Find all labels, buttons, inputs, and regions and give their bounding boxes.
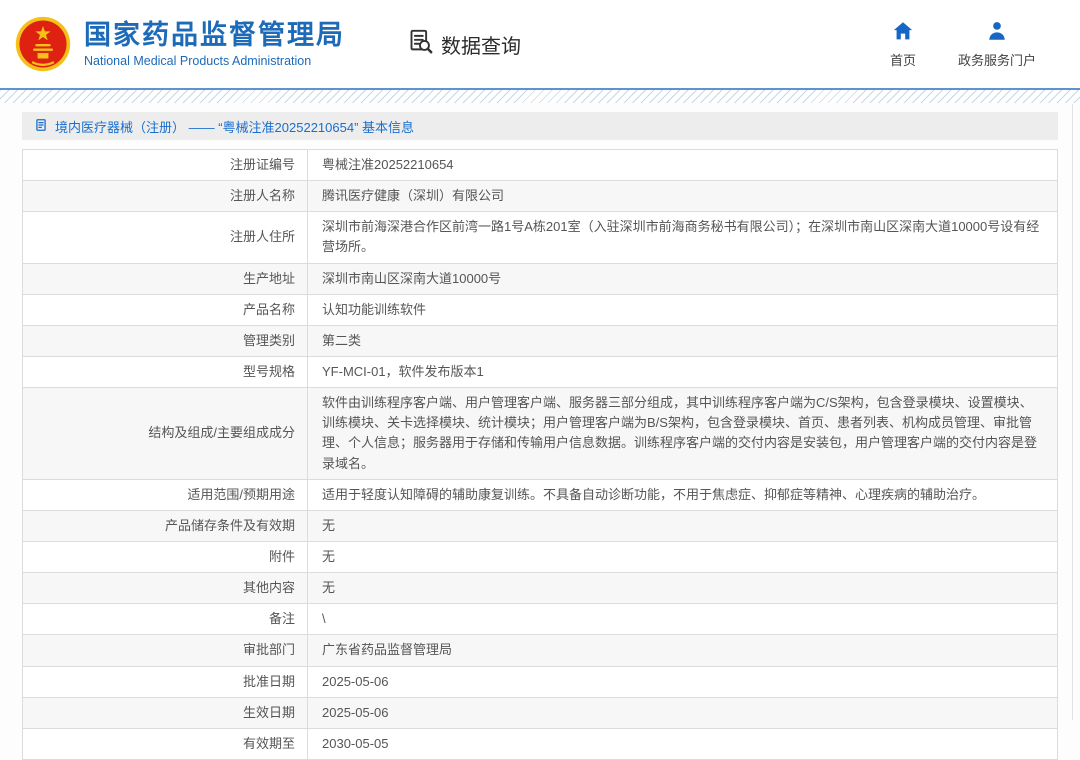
site-logo[interactable]: 国家药品监督管理局 National Medical Products Admi… — [14, 15, 345, 73]
data-query-link[interactable]: 数据查询 — [407, 28, 521, 61]
row-label: 产品储存条件及有效期 — [23, 510, 308, 541]
org-names: 国家药品监督管理局 National Medical Products Admi… — [84, 20, 345, 68]
document-icon — [34, 118, 48, 135]
row-value: 腾讯医疗健康（深圳）有限公司 — [308, 181, 1058, 212]
row-label: 审批部门 — [23, 635, 308, 666]
row-label: 其他内容 — [23, 573, 308, 604]
row-value: 粤械注准20252210654 — [308, 150, 1058, 181]
table-row: 附件无 — [23, 541, 1058, 572]
table-row: 其他内容无 — [23, 573, 1058, 604]
org-name-en: National Medical Products Administration — [84, 54, 345, 68]
row-label: 备注 — [23, 604, 308, 635]
row-value: 深圳市南山区深南大道10000号 — [308, 263, 1058, 294]
page-edge-line — [1072, 104, 1073, 720]
nav-item-label: 政务服务门户 — [958, 50, 1036, 69]
row-label: 有效期至 — [23, 728, 308, 759]
row-value: \ — [308, 604, 1058, 635]
row-value: 认知功能训练软件 — [308, 294, 1058, 325]
row-label: 附件 — [23, 541, 308, 572]
table-row: 产品名称认知功能训练软件 — [23, 294, 1058, 325]
row-label: 批准日期 — [23, 666, 308, 697]
row-value: 广东省药品监督管理局 — [308, 635, 1058, 666]
table-row: 备注\ — [23, 604, 1058, 635]
person-icon — [986, 20, 1008, 45]
row-label: 注册人住所 — [23, 212, 308, 263]
info-table-body: 注册证编号粤械注准20252210654注册人名称腾讯医疗健康（深圳）有限公司注… — [23, 150, 1058, 760]
hatch-stripe — [0, 90, 1080, 103]
table-row: 注册证编号粤械注准20252210654 — [23, 150, 1058, 181]
table-row: 型号规格YF-MCI-01，软件发布版本1 — [23, 356, 1058, 387]
row-label: 注册证编号 — [23, 150, 308, 181]
row-value: 软件由训练程序客户端、用户管理客户端、服务器三部分组成，其中训练程序客户端为C/… — [308, 388, 1058, 480]
row-value: 2025-05-06 — [308, 666, 1058, 697]
table-row: 适用范围/预期用途适用于轻度认知障碍的辅助康复训练。不具备自动诊断功能，不用于焦… — [23, 479, 1058, 510]
row-value: 适用于轻度认知障碍的辅助康复训练。不具备自动诊断功能，不用于焦虑症、抑郁症等精神… — [308, 479, 1058, 510]
table-row: 管理类别第二类 — [23, 325, 1058, 356]
row-label: 注册人名称 — [23, 181, 308, 212]
top-nav: 首页 政务服务门户 — [890, 20, 1036, 69]
row-value: 无 — [308, 510, 1058, 541]
row-value: 无 — [308, 541, 1058, 572]
table-row: 注册人住所深圳市前海深港合作区前湾一路1号A栋201室（入驻深圳市前海商务秘书有… — [23, 212, 1058, 263]
table-row: 审批部门广东省药品监督管理局 — [23, 635, 1058, 666]
document-search-icon — [407, 28, 434, 61]
row-label: 管理类别 — [23, 325, 308, 356]
row-label: 生效日期 — [23, 697, 308, 728]
row-label: 适用范围/预期用途 — [23, 479, 308, 510]
row-value: 无 — [308, 573, 1058, 604]
table-row: 结构及组成/主要组成成分软件由训练程序客户端、用户管理客户端、服务器三部分组成，… — [23, 388, 1058, 480]
row-label: 结构及组成/主要组成成分 — [23, 388, 308, 480]
table-row: 产品储存条件及有效期无 — [23, 510, 1058, 541]
table-row: 生效日期2025-05-06 — [23, 697, 1058, 728]
home-icon — [892, 20, 914, 45]
row-value: 深圳市前海深港合作区前湾一路1号A栋201室（入驻深圳市前海商务秘书有限公司）；… — [308, 212, 1058, 263]
nav-item-label: 首页 — [890, 50, 916, 69]
nav-item-home[interactable]: 首页 — [890, 20, 916, 69]
data-query-label: 数据查询 — [441, 30, 521, 59]
row-label: 型号规格 — [23, 356, 308, 387]
row-value: 2025-05-06 — [308, 697, 1058, 728]
row-value: 第二类 — [308, 325, 1058, 356]
row-value: YF-MCI-01，软件发布版本1 — [308, 356, 1058, 387]
row-value: 2030-05-05 — [308, 728, 1058, 759]
row-label: 生产地址 — [23, 263, 308, 294]
breadcrumb[interactable]: 境内医疗器械（注册） —— “粤械注准20252210654” 基本信息 — [22, 112, 1058, 140]
registration-info-table: 注册证编号粤械注准20252210654注册人名称腾讯医疗健康（深圳）有限公司注… — [22, 149, 1058, 760]
table-row: 注册人名称腾讯医疗健康（深圳）有限公司 — [23, 181, 1058, 212]
national-emblem-icon — [14, 15, 72, 73]
table-row: 有效期至2030-05-05 — [23, 728, 1058, 759]
table-row: 批准日期2025-05-06 — [23, 666, 1058, 697]
main-content: 境内医疗器械（注册） —— “粤械注准20252210654” 基本信息 注册证… — [0, 103, 1080, 760]
org-name-cn: 国家药品监督管理局 — [84, 20, 345, 51]
row-label: 产品名称 — [23, 294, 308, 325]
site-header: 国家药品监督管理局 National Medical Products Admi… — [0, 0, 1080, 88]
breadcrumb-text: 境内医疗器械（注册） —— “粤械注准20252210654” 基本信息 — [55, 117, 414, 136]
table-row: 生产地址深圳市南山区深南大道10000号 — [23, 263, 1058, 294]
nav-item-service-portal[interactable]: 政务服务门户 — [958, 20, 1036, 69]
